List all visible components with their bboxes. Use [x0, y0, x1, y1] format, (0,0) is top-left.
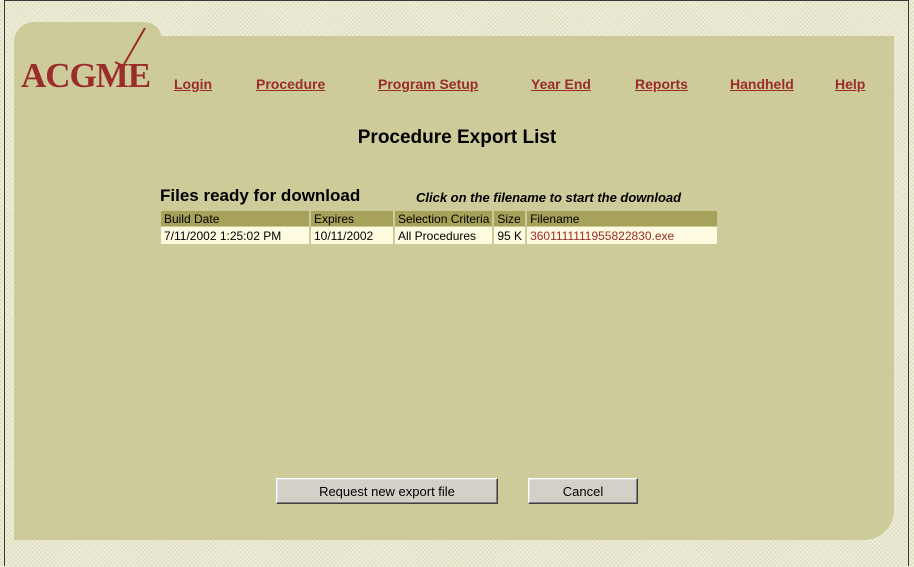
- tab-help[interactable]: Help: [835, 76, 865, 92]
- tab-year-end[interactable]: Year End: [531, 76, 591, 92]
- table-header-row: Build Date Expires Selection Criteria Si…: [161, 211, 718, 226]
- build-date-cell: 7/11/2002 1:25:02 PM: [161, 227, 309, 244]
- acgme-logo: ACGME: [21, 27, 151, 96]
- export-files-table: Build Date Expires Selection Criteria Si…: [159, 210, 719, 245]
- expires-cell: 10/11/2002: [311, 227, 393, 244]
- tab-handheld[interactable]: Handheld: [730, 76, 794, 92]
- section-heading: Files ready for download: [160, 186, 361, 205]
- checkmark-icon: [114, 27, 146, 68]
- column-header-expires: Expires: [311, 211, 393, 226]
- size-cell: 95 K: [494, 227, 526, 244]
- column-header-selection-criteria: Selection Criteria: [395, 211, 493, 226]
- tab-reports[interactable]: Reports: [635, 76, 688, 92]
- column-header-filename: Filename: [527, 211, 718, 226]
- content-panel: [14, 36, 894, 540]
- selection-criteria-cell: All Procedures: [395, 227, 493, 244]
- filename-link[interactable]: 3601111111955822830.exe: [527, 227, 718, 244]
- page-title: Procedure Export List: [357, 127, 557, 148]
- tab-login[interactable]: Login: [174, 76, 212, 92]
- column-header-build-date: Build Date: [161, 211, 309, 226]
- tab-program-setup[interactable]: Program Setup: [378, 76, 478, 92]
- download-instruction: Click on the filename to start the downl…: [416, 190, 682, 205]
- table-row: 7/11/2002 1:25:02 PM 10/11/2002 All Proc…: [161, 227, 718, 244]
- column-header-size: Size: [494, 211, 526, 226]
- cancel-button[interactable]: Cancel: [528, 478, 638, 504]
- request-new-export-button[interactable]: Request new export file: [276, 478, 498, 504]
- tab-procedure[interactable]: Procedure: [256, 76, 325, 92]
